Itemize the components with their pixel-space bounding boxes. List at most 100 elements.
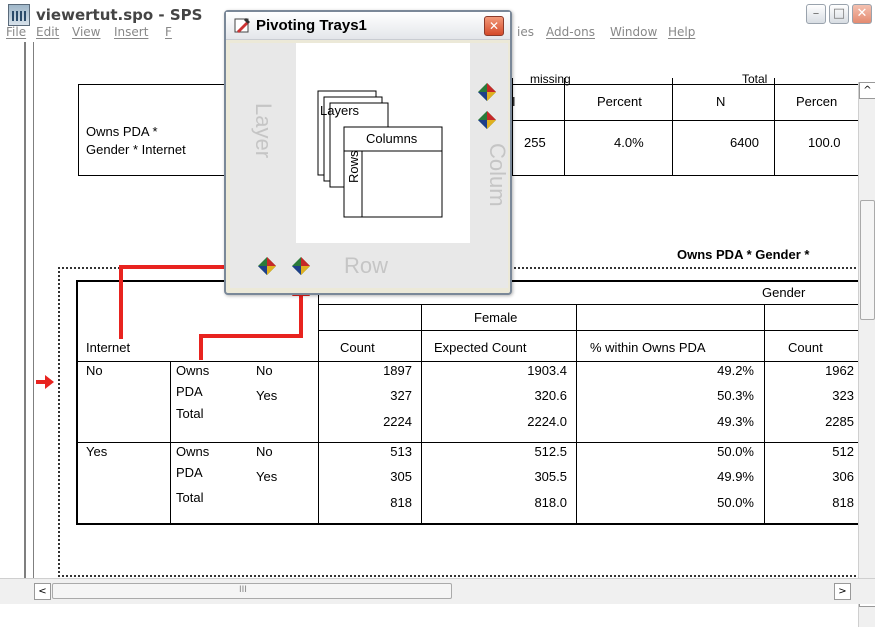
cell-count: 1897 [383,363,412,378]
horizontal-scroll-thumb[interactable]: III [52,583,452,599]
column-tray-label: Colum [485,143,510,207]
close-button[interactable]: ✕ [852,4,872,24]
cell-count: 818 [390,495,412,510]
col-expected-count: Expected Count [434,340,527,355]
cell-expected: 1903.4 [527,363,567,378]
col-n-missing: I [512,94,516,109]
cell-count-male: 1962 [825,363,854,378]
cell-pct: 49.2% [717,363,754,378]
vertical-scroll-thumb[interactable] [860,200,875,320]
header-total: Total [742,72,768,86]
cell-count: 305 [390,469,412,484]
cell-count-male: 306 [832,469,854,484]
scroll-left-button[interactable]: < [34,583,51,600]
pivot-icon-internet[interactable] [258,257,276,275]
scroll-right-button[interactable]: > [834,583,851,600]
total-pct: 100.0 [808,135,841,150]
header-internet: Internet [86,340,131,355]
diagram-rows-label: Rows [346,150,361,183]
missing-pct: 4.0% [614,135,644,150]
row-tray[interactable]: Row [230,243,508,288]
pda-label-2: PDA [176,465,203,480]
menu-insert[interactable]: Insert [114,25,148,39]
crosstab-title: Owns PDA * Gender * [677,247,810,262]
cell-expected: 320.6 [534,388,567,403]
cell-count-male: 512 [832,444,854,459]
diagram-columns-label: Columns [366,131,418,146]
total-n: 6400 [730,135,759,150]
minimize-button[interactable]: – [806,4,826,24]
maximize-button[interactable]: □ [829,4,849,24]
owns-no-1: No [256,363,273,378]
layer-tray[interactable]: Layer [230,43,296,243]
col-percent: Percent [597,94,642,109]
owns-yes-2: Yes [256,469,278,484]
cell-expected: 2224.0 [527,414,567,429]
column-tray[interactable]: Colum [470,43,510,243]
col-pct-within: % within Owns PDA [590,340,706,355]
pivot-icon-owns-pda[interactable] [292,257,310,275]
spss-viewer-window: viewertut.spo - SPS – □ ✕ File Edit View… [0,0,875,627]
outline-divider-inner [33,42,34,582]
diagram-layers-label: Layers [320,103,360,118]
pivoting-trays-window[interactable]: Pivoting Trays1 ✕ Layer Layers Columns R… [224,10,512,295]
layer-tray-label: Layer [251,103,276,159]
menu-format-truncated[interactable]: F [165,25,172,39]
pivot-diagram: Layers Columns Rows [296,43,470,243]
total-label-1: Total [176,406,204,421]
menu-view[interactable]: View [72,25,100,39]
cell-pct: 50.0% [717,495,754,510]
pivot-icon-gender[interactable] [478,83,496,101]
current-row-arrow-icon [36,375,54,389]
cell-pct: 50.0% [717,444,754,459]
cell-pct: 50.3% [717,388,754,403]
pivot-window-title: Pivoting Trays1 [256,17,367,34]
cell-pct: 49.9% [717,469,754,484]
owns-label-1: Owns [176,363,210,378]
menu-window[interactable]: Window [610,25,657,39]
owns-no-2: No [256,444,273,459]
total-label-2: Total [176,490,204,505]
missing-n: 255 [524,135,546,150]
menu-file[interactable]: File [6,25,26,39]
cell-pct: 49.3% [717,414,754,429]
pda-label-1: PDA [176,384,203,399]
pivot-icon-statistics[interactable] [478,111,496,129]
menu-addons[interactable]: Add-ons [546,25,595,39]
row-tray-label: Row [344,253,389,278]
menu-edit[interactable]: Edit [36,25,59,39]
cell-count: 2224 [383,414,412,429]
pivot-close-button[interactable]: ✕ [484,16,504,36]
scroll-up-button[interactable]: ^ [859,82,875,99]
header-female: Female [474,310,518,325]
col-percent-total: Percen [796,94,838,109]
cell-expected: 818.0 [534,495,567,510]
pivot-trays-body: Layer Layers Columns Rows Colum Row [230,43,510,288]
cell-expected: 512.5 [534,444,567,459]
cell-count-male: 323 [832,388,854,403]
cell-count-male: 818 [832,495,854,510]
header-gender: Gender [762,285,806,300]
header-missing: missing [530,72,571,86]
col-n: N [716,94,726,109]
internet-yes: Yes [86,444,108,459]
menu-help[interactable]: Help [668,25,695,39]
cell-expected: 305.5 [534,469,567,484]
menu-utilities-truncated[interactable]: ies [517,25,534,39]
row-label-2: Gender * Internet [86,142,186,157]
row-label-1: Owns PDA * [86,124,158,139]
cell-count: 513 [390,444,412,459]
pivot-title-bar[interactable]: Pivoting Trays1 ✕ [226,12,510,40]
col-count: Count [340,340,375,355]
vertical-scrollbar[interactable]: ^ v [858,82,875,627]
cell-count: 327 [390,388,412,403]
owns-label-2: Owns [176,444,210,459]
internet-no: No [86,363,103,378]
cell-count-male: 2285 [825,414,854,429]
col-count-male: Count [788,340,823,355]
pivot-icon [234,18,250,33]
outline-divider [24,42,26,582]
owns-yes-1: Yes [256,388,278,403]
horizontal-scrollbar[interactable]: < III > [0,578,875,604]
scroll-grip-icon: III [239,585,247,595]
